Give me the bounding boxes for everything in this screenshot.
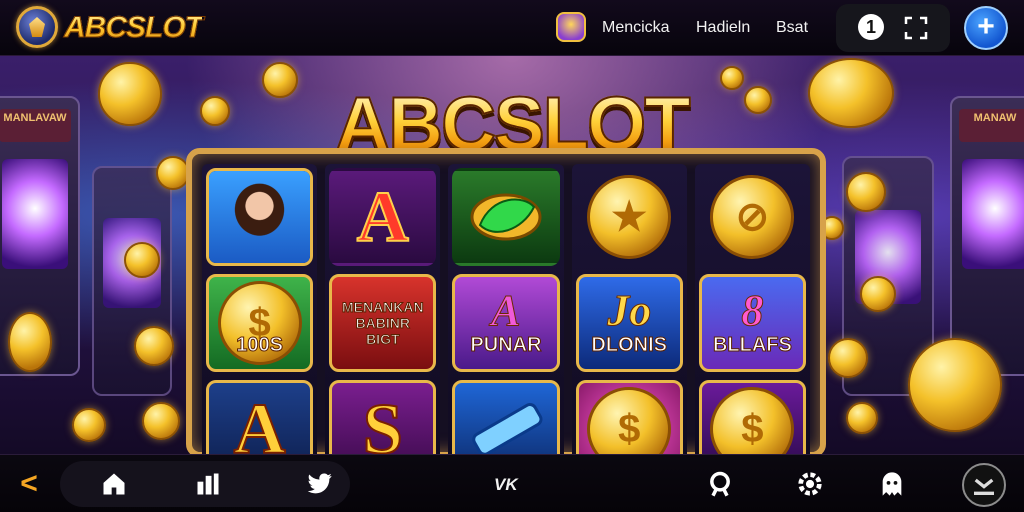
nav-link-3[interactable]: Bsat <box>776 18 808 38</box>
tile-label: 100S <box>236 334 284 356</box>
coin-icon <box>720 66 744 90</box>
fullscreen-icon[interactable] <box>904 16 928 40</box>
search-icon[interactable] <box>706 470 734 498</box>
profile-icon <box>974 478 994 495</box>
bottom-bar: < VK <box>0 454 1024 512</box>
coin-icon: ⊘ <box>710 175 795 259</box>
top-bar: ABCSLOT Mencicka Hadieln Bsat 1 + <box>0 0 1024 56</box>
character-portrait-icon <box>209 171 311 263</box>
coin-icon: ★ <box>587 175 672 259</box>
info-icon[interactable]: 1 <box>858 14 884 40</box>
coin-icon <box>8 312 52 372</box>
cabinet-sign-left: MANLAVAW <box>0 109 72 143</box>
tile-letter: A <box>356 177 410 257</box>
slot-tile[interactable]: $ 100S <box>206 274 314 372</box>
slot-tile[interactable]: 8 BLLAFS <box>698 274 806 372</box>
tile-label: DLONIS <box>591 334 668 356</box>
utility-group <box>836 4 950 52</box>
slot-machine: $ 100S A A MENANKAN BABINR BIGT S A PUNA… <box>186 148 826 454</box>
tile-label: PUNAR <box>470 334 542 356</box>
nav-link-2[interactable]: Hadieln <box>696 18 750 38</box>
slot-tile[interactable] <box>452 168 560 266</box>
coin-icon <box>860 276 896 312</box>
profile-button[interactable] <box>962 463 1006 507</box>
slot-tile[interactable]: A PUNAR <box>452 274 560 372</box>
coin-icon <box>808 58 894 128</box>
plus-icon[interactable]: + <box>964 6 1008 50</box>
tile-label: MENANKAN BABINR BIGT <box>341 299 424 348</box>
coin-icon: $ <box>710 387 795 454</box>
reel-1: $ 100S A <box>202 164 318 454</box>
coin-icon <box>828 338 868 378</box>
vk-link[interactable]: VK <box>494 475 518 495</box>
coin-icon <box>846 402 878 434</box>
reel-3: A PUNAR <box>448 164 564 454</box>
cabinet-screen <box>962 158 1024 270</box>
twitter-icon[interactable] <box>306 470 334 498</box>
coin-icon <box>142 402 180 440</box>
slot-tile[interactable]: S <box>329 380 437 454</box>
slot-tile[interactable]: ★ <box>576 168 683 266</box>
tile-letter: A <box>233 389 287 454</box>
slot-tile[interactable]: Jo DLONIS <box>575 274 683 372</box>
back-icon[interactable]: < <box>14 469 44 499</box>
coin-icon <box>908 338 1002 432</box>
coin-icon <box>98 62 162 126</box>
slot-tile[interactable] <box>206 168 314 266</box>
brand-name[interactable]: ABCSLOT <box>64 10 204 46</box>
slot-tile[interactable]: A <box>206 380 314 454</box>
brand-logo-icon[interactable] <box>16 6 58 48</box>
coin-icon: $ <box>587 387 672 454</box>
slot-tile[interactable]: MENANKAN BABINR BIGT <box>329 274 437 372</box>
slot-tile[interactable]: ⊘ <box>699 168 806 266</box>
mascot-icon[interactable] <box>556 12 586 42</box>
ghost-icon[interactable] <box>878 470 906 498</box>
gem-icon <box>470 193 542 241</box>
slot-tile[interactable]: $ <box>698 380 806 454</box>
tile-symbol: A <box>491 286 521 335</box>
game-hero: MANLAVAW MANAW ABCSLOT $ 100S A A MENANK… <box>0 56 1024 454</box>
cabinet-sign-right: MANAW <box>958 109 1024 143</box>
slot-tile[interactable]: A <box>329 168 437 266</box>
coin-icon <box>744 86 772 114</box>
coin-icon <box>262 62 298 98</box>
tile-letter: S <box>362 389 404 454</box>
arcade-cabinet-right: MANAW <box>950 96 1024 376</box>
reel-4: ★ Jo DLONIS $ <box>571 164 687 454</box>
cabinet-screen <box>2 158 68 270</box>
coin-icon <box>124 242 160 278</box>
stats-icon[interactable] <box>194 470 222 498</box>
reel-5: ⊘ 8 BLLAFS $ <box>694 164 810 454</box>
tile-symbol: Jo <box>607 286 652 335</box>
nav-link-1[interactable]: Mencicka <box>602 18 670 38</box>
reel-2: A MENANKAN BABINR BIGT S <box>325 164 441 454</box>
slot-reels: $ 100S A A MENANKAN BABINR BIGT S A PUNA… <box>202 164 810 454</box>
settings-icon[interactable] <box>796 470 824 498</box>
coin-icon <box>846 172 886 212</box>
coin-icon <box>200 96 230 126</box>
tile-symbol: 8 <box>741 286 764 335</box>
home-icon[interactable] <box>100 470 128 498</box>
bar-icon <box>472 403 543 454</box>
slot-tile[interactable] <box>452 380 560 454</box>
slot-tile[interactable]: $ <box>575 380 683 454</box>
coin-icon <box>134 326 174 366</box>
coin-icon <box>156 156 190 190</box>
tile-label: BLLAFS <box>712 334 792 356</box>
coin-icon <box>72 408 106 442</box>
